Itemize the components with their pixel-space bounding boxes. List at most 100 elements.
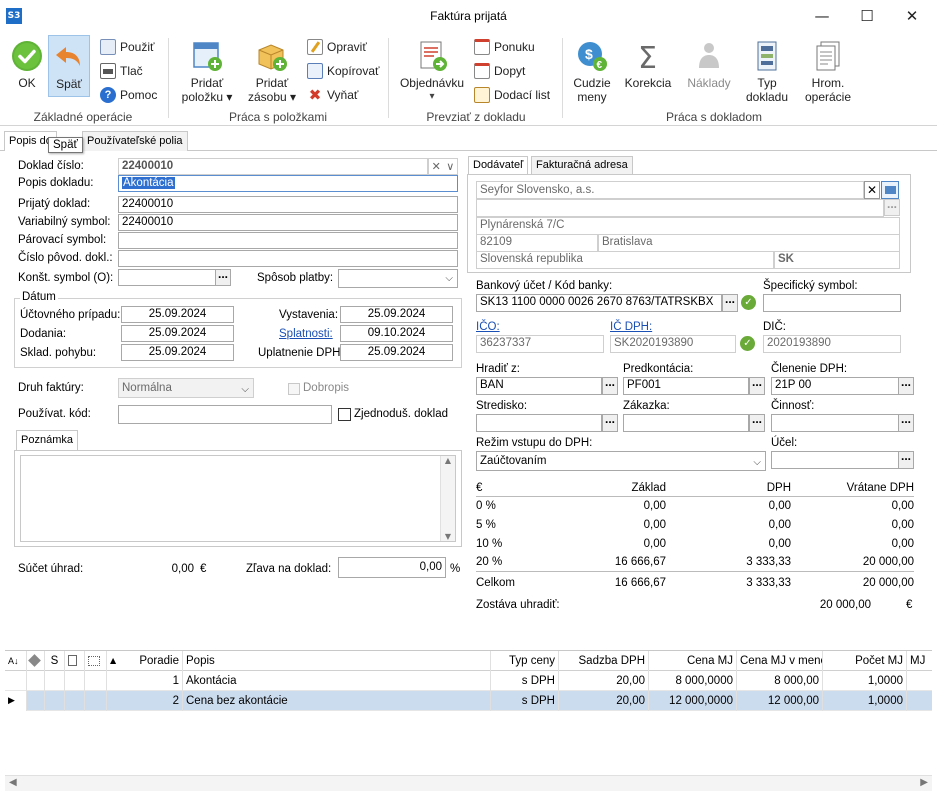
bank-account-field[interactable]: SK13 1100 0000 0026 2670 8763/TATRSKBX xyxy=(476,294,722,312)
const-symbol-field[interactable] xyxy=(118,269,216,286)
purpose-field[interactable] xyxy=(771,451,899,469)
correction-button[interactable]: Σ Korekcia xyxy=(622,40,674,90)
col-desc[interactable]: Popis xyxy=(183,651,491,671)
payment-select[interactable]: ⌵ xyxy=(338,269,458,288)
table-row[interactable]: ▶ 2 Cena bez akontácie s DPH 20,00 12 00… xyxy=(5,691,932,711)
col-price-type[interactable]: Typ ceny xyxy=(491,651,559,671)
apply-button[interactable]: Použiť xyxy=(100,37,157,57)
specific-symbol-label: Špecifický symbol: xyxy=(763,280,858,292)
offer-button[interactable]: Ponuku xyxy=(474,37,550,57)
delivery-note-icon xyxy=(474,87,490,103)
maximize-button[interactable]: ☐ xyxy=(849,4,885,28)
table-row[interactable]: 1 Akontácia s DPH 20,00 8 000,0000 8 000… xyxy=(5,671,932,691)
request-button[interactable]: Dopyt xyxy=(474,61,550,81)
precontation-field[interactable]: PF001 xyxy=(623,377,749,395)
center-lookup-button[interactable]: ... xyxy=(602,413,618,432)
vat-apply-date-field[interactable]: 25.09.2024 xyxy=(340,344,453,361)
const-symbol-lookup-button[interactable]: ... xyxy=(215,268,231,286)
ico-field: 36237337 xyxy=(476,335,604,353)
tab-supplier[interactable]: Dodávateľ xyxy=(468,156,529,175)
foreign-currency-button[interactable]: $ € Cudzie meny xyxy=(568,40,616,104)
ico-label[interactable]: IČO: xyxy=(476,321,500,333)
clear-icon[interactable]: ✕ xyxy=(432,160,441,173)
scroll-left-icon[interactable]: ◀ xyxy=(9,777,17,788)
minimize-button[interactable]: — xyxy=(804,4,840,28)
center-field[interactable] xyxy=(476,414,602,432)
help-button[interactable]: ? Pomoc xyxy=(100,85,157,105)
remaining-currency: € xyxy=(906,599,913,611)
tab-user-fields[interactable]: Používateľské polia xyxy=(82,131,188,151)
copy-button[interactable]: Kopírovať xyxy=(307,61,380,81)
col-mj[interactable]: MJ xyxy=(907,651,932,671)
delivery-date-field[interactable]: 25.09.2024 xyxy=(121,325,234,342)
add-item-button[interactable]: Pridať položku ▾ xyxy=(178,40,236,104)
dic-field: 2020193890 xyxy=(763,335,901,353)
vat-split-lookup-button[interactable]: ... xyxy=(898,376,914,395)
specific-symbol-field[interactable] xyxy=(763,294,901,312)
stock-icon[interactable] xyxy=(27,651,45,671)
col-s[interactable]: S xyxy=(45,651,65,671)
clear-supplier-icon[interactable]: ✕ xyxy=(864,181,880,199)
col-qty[interactable]: Počet MJ xyxy=(823,651,907,671)
pay-by-lookup-button[interactable]: ... xyxy=(602,376,618,395)
received-doc-field[interactable]: 22400010 xyxy=(118,196,458,213)
add-stock-button[interactable]: Pridať zásobu ▾ xyxy=(243,40,301,104)
chevron-down-icon[interactable]: ∨ xyxy=(446,160,454,173)
activity-lookup-button[interactable]: ... xyxy=(898,413,914,432)
stock-date-field[interactable]: 25.09.2024 xyxy=(121,344,234,361)
activity-field[interactable] xyxy=(771,414,899,432)
simplified-doc-checkbox[interactable] xyxy=(338,408,351,421)
note-textarea[interactable] xyxy=(20,455,456,542)
svg-text:Σ: Σ xyxy=(638,41,657,72)
horizontal-scrollbar[interactable]: ◀ ▶ xyxy=(5,775,932,791)
bulk-operations-button[interactable]: Hrom. operácie xyxy=(800,40,856,104)
issue-date-field[interactable]: 25.09.2024 xyxy=(340,306,453,323)
due-date-field[interactable]: 09.10.2024 xyxy=(340,325,453,342)
costs-button[interactable]: Náklady xyxy=(682,40,736,90)
col-unit-price[interactable]: Cena MJ xyxy=(649,651,737,671)
cut-button[interactable]: ✖ Vyňať xyxy=(307,85,380,105)
discount-field[interactable]: 0,00 xyxy=(338,557,446,578)
doc-number-field[interactable]: 22400010 xyxy=(118,158,428,175)
supplier-name-field[interactable]: Seyfor Slovensko, a.s. xyxy=(476,181,864,199)
ok-button[interactable]: OK xyxy=(8,40,46,90)
doc-type-button[interactable]: Typ dokladu xyxy=(742,40,792,104)
purpose-lookup-button[interactable]: ... xyxy=(898,450,914,469)
var-symbol-field[interactable]: 22400010 xyxy=(118,214,458,231)
vat-split-field[interactable]: 21P 00 xyxy=(771,377,899,395)
print-button[interactable]: Tlač xyxy=(100,61,157,81)
bank-account-lookup-button[interactable]: ... xyxy=(722,293,738,312)
tab-invoice-address[interactable]: Fakturačná adresa xyxy=(531,156,633,175)
doc-desc-field[interactable]: Akontácia xyxy=(118,175,458,192)
orig-doc-field[interactable] xyxy=(118,250,458,267)
contract-field[interactable] xyxy=(623,414,749,432)
note-tab[interactable]: Poznámka xyxy=(16,430,78,451)
calculator-icon[interactable] xyxy=(65,651,85,671)
due-date-label[interactable]: Splatnosti: xyxy=(279,328,333,340)
remaining-label: Zostáva uhradiť: xyxy=(476,599,560,611)
user-code-field[interactable] xyxy=(118,405,332,424)
col-unit-price-currency[interactable]: Cena MJ v mene xyxy=(737,651,823,671)
contract-lookup-button[interactable]: ... xyxy=(749,413,765,432)
pay-by-field[interactable]: BAN xyxy=(476,377,602,395)
col-vat-rate[interactable]: Sadzba DPH xyxy=(559,651,649,671)
sort-az-icon[interactable]: A↓ xyxy=(5,651,27,671)
order-button[interactable]: Objednávku ▾ xyxy=(398,40,466,104)
tree-icon[interactable] xyxy=(85,651,107,671)
vat-mode-select[interactable]: Zaúčtovaním ⌵ xyxy=(476,451,766,471)
accounting-date-field[interactable]: 25.09.2024 xyxy=(121,306,234,323)
scroll-right-icon[interactable]: ▶ xyxy=(920,777,928,788)
back-button[interactable]: Späť xyxy=(48,35,90,97)
col-order[interactable]: Poradie xyxy=(121,651,183,671)
delivery-note-button[interactable]: Dodací list xyxy=(474,85,550,105)
supplier-lookup-button[interactable]: ... xyxy=(884,198,900,216)
credit-note-checkbox[interactable] xyxy=(288,383,300,395)
precontation-lookup-button[interactable]: ... xyxy=(749,376,765,395)
icdph-label[interactable]: IČ DPH: xyxy=(610,321,652,333)
pairing-field[interactable] xyxy=(118,232,458,249)
note-scrollbar[interactable]: ▲ ▼ xyxy=(440,456,455,541)
invoice-type-select[interactable]: Normálna ⌵ xyxy=(118,378,254,398)
close-button[interactable]: ✕ xyxy=(894,4,930,28)
sort-up-icon[interactable]: ▲ xyxy=(107,651,121,671)
edit-button[interactable]: Opraviť xyxy=(307,37,380,57)
